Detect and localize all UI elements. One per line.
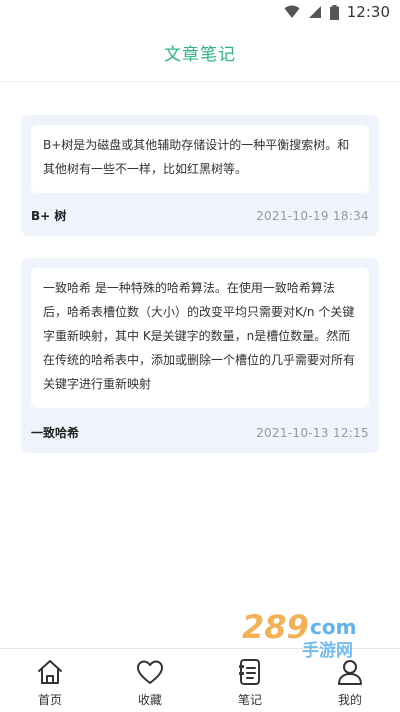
note-date: 2021-10-19 18:34 xyxy=(256,208,369,223)
battery-icon xyxy=(329,4,339,20)
bottom-tab-bar: 首页 收藏 笔记 我的 xyxy=(0,648,400,712)
wifi-icon xyxy=(284,5,300,18)
tab-favorites[interactable]: 收藏 xyxy=(100,649,200,712)
signal-icon xyxy=(308,6,321,18)
tab-label: 笔记 xyxy=(237,693,262,707)
note-excerpt: B+树是为磁盘或其他辅助存储设计的一种平衡搜索树。和其他树有一些不一样，比如红黑… xyxy=(31,125,369,193)
status-bar: 12:30 xyxy=(0,0,400,24)
note-title: 一致哈希 xyxy=(31,426,80,440)
note-excerpt: 一致哈希 是一种特殊的哈希算法。在使用一致哈希算法后，哈希表槽位数（大小）的改变… xyxy=(31,268,369,408)
watermark-suffix: com xyxy=(310,615,356,639)
heart-icon xyxy=(137,660,163,684)
tab-home[interactable]: 首页 xyxy=(0,649,100,712)
person-icon xyxy=(338,660,362,685)
note-card[interactable]: 一致哈希 是一种特殊的哈希算法。在使用一致哈希算法后，哈希表槽位数（大小）的改变… xyxy=(21,258,379,453)
tab-label: 首页 xyxy=(37,693,62,707)
note-card[interactable]: B+树是为磁盘或其他辅助存储设计的一种平衡搜索树。和其他树有一些不一样，比如红黑… xyxy=(21,115,379,236)
tab-label: 收藏 xyxy=(137,693,162,707)
home-icon xyxy=(38,660,62,684)
note-meta: 一致哈希 2021-10-13 12:15 xyxy=(31,424,369,441)
tab-notes[interactable]: 笔记 xyxy=(200,649,300,712)
watermark-brand: 289 xyxy=(242,608,309,646)
status-time: 12:30 xyxy=(346,3,390,21)
note-title: B+ 树 xyxy=(31,209,67,223)
note-meta: B+ 树 2021-10-19 18:34 xyxy=(31,207,369,224)
note-date: 2021-10-13 12:15 xyxy=(256,425,369,440)
notebook-icon xyxy=(239,659,260,685)
app-header: 文章笔记 xyxy=(0,24,400,82)
tab-profile[interactable]: 我的 xyxy=(300,649,400,712)
page-title: 文章笔记 xyxy=(164,45,236,65)
tab-label: 我的 xyxy=(337,693,362,707)
